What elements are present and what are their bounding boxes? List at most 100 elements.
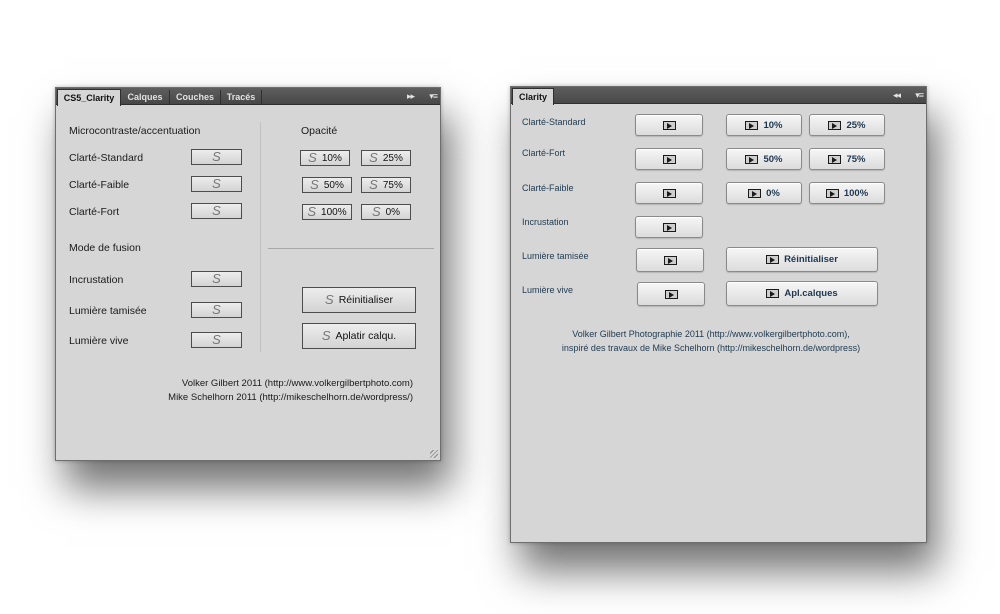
- opacity-100-label: 100%: [321, 206, 347, 218]
- script-icon: S: [371, 204, 381, 219]
- clarity-panel-cs5: CS5_Clarity Calques Couches Tracés ▸▸ ▾≡…: [55, 87, 441, 461]
- opacity-0-label: 0%: [385, 206, 401, 218]
- row-label-lumiere-vive: Lumière vive: [522, 285, 574, 295]
- play-icon: [766, 289, 780, 298]
- lumiere-tamisee-button[interactable]: S: [191, 302, 242, 318]
- play-icon: [766, 255, 780, 264]
- row-label-clarte-faible: Clarté-Faible: [69, 179, 130, 191]
- row-label-clarte-faible: Clarté-Faible: [522, 183, 574, 193]
- play-icon: [745, 120, 759, 130]
- script-icon: S: [212, 302, 221, 317]
- tab-traces[interactable]: Tracés: [221, 90, 262, 104]
- incrustation-button[interactable]: S: [191, 271, 242, 287]
- panel-tab-bar: Clarity ◂◂ ▾≡: [511, 87, 926, 105]
- play-icon: [825, 188, 839, 198]
- reset-button[interactable]: Réinitialiser: [726, 247, 878, 272]
- opacity-0-button[interactable]: 0%: [726, 182, 802, 204]
- opacity-10-button[interactable]: 10%: [726, 114, 802, 136]
- lumiere-vive-button[interactable]: [637, 282, 705, 306]
- script-icon: S: [369, 150, 378, 165]
- opacity-75-label: 75%: [846, 153, 866, 165]
- resize-grip-icon[interactable]: [430, 450, 438, 458]
- script-icon: S: [369, 177, 378, 192]
- opacity-25-label: 25%: [846, 119, 866, 131]
- clarity-panel: Clarity ◂◂ ▾≡ Clarté-Standard Clarté-For…: [510, 86, 927, 543]
- opacity-50-button[interactable]: 50%: [726, 148, 802, 170]
- opacity-10-button[interactable]: S 10%: [300, 150, 350, 166]
- row-label-clarte-fort: Clarté-Fort: [69, 206, 120, 218]
- tab-couches[interactable]: Couches: [170, 90, 221, 104]
- clarte-standard-button[interactable]: [635, 114, 703, 136]
- flatten-button[interactable]: Apl.calques: [726, 281, 878, 306]
- clarte-faible-button[interactable]: S: [191, 176, 242, 192]
- credit-line-2: Mike Schelhorn 2011 (http://mikeschelhor…: [168, 392, 413, 403]
- row-label-lumiere-tamisee: Lumière tamisée: [522, 251, 589, 261]
- opacity-100-button[interactable]: 100%: [809, 182, 885, 204]
- row-label-incrustation: Incrustation: [522, 217, 569, 227]
- opacity-100-label: 100%: [843, 187, 869, 199]
- play-icon: [748, 188, 762, 198]
- row-label-clarte-fort: Clarté-Fort: [522, 148, 566, 158]
- opacity-25-label: 25%: [382, 152, 403, 164]
- play-icon: [662, 222, 676, 232]
- row-label-lumiere-tamisee: Lumière tamisée: [69, 305, 147, 317]
- script-icon: S: [212, 176, 221, 191]
- reset-button[interactable]: S Réinitialiser: [302, 287, 416, 313]
- reset-label: Réinitialiser: [338, 294, 393, 306]
- script-icon: S: [310, 177, 319, 192]
- credit-line-1: Volker Gilbert Photographie 2011 (http:/…: [572, 329, 850, 339]
- opacity-100-button[interactable]: S 100%: [302, 204, 352, 220]
- collapse-icon[interactable]: ◂◂: [893, 87, 901, 103]
- panel-menu-icon[interactable]: ▾≡: [915, 87, 924, 103]
- panel-menu-icon[interactable]: ▾≡: [429, 88, 438, 104]
- opacity-0-button[interactable]: S 0%: [361, 204, 411, 220]
- opacity-25-button[interactable]: S 25%: [361, 150, 411, 166]
- play-icon: [663, 255, 677, 265]
- opacity-75-label: 75%: [382, 179, 403, 191]
- play-icon: [662, 154, 676, 164]
- clarte-fort-button[interactable]: [635, 148, 703, 170]
- collapse-icon[interactable]: ▸▸: [407, 88, 415, 104]
- script-icon: S: [212, 271, 221, 286]
- flatten-label: Apl.calques: [784, 288, 838, 299]
- script-icon: S: [307, 204, 317, 219]
- script-icon: S: [308, 150, 317, 165]
- row-label-incrustation: Incrustation: [69, 274, 124, 286]
- row-label-lumiere-vive: Lumière vive: [69, 335, 129, 347]
- opacity-10-label: 10%: [763, 119, 783, 131]
- script-icon: S: [212, 149, 221, 164]
- opacity-50-label: 50%: [763, 153, 783, 165]
- tab-cs5-clarity[interactable]: CS5_Clarity: [57, 89, 121, 106]
- opacity-50-button[interactable]: S 50%: [302, 177, 352, 193]
- play-icon: [745, 154, 759, 164]
- flatten-button[interactable]: S Aplatir calqu.: [302, 323, 416, 349]
- opacity-10-label: 10%: [321, 152, 342, 164]
- column-divider: [260, 122, 261, 352]
- script-icon: S: [321, 328, 331, 343]
- row-label-clarte-standard: Clarté-Standard: [69, 152, 144, 164]
- credit-line-1: Volker Gilbert 2011 (http://www.volkergi…: [181, 378, 413, 389]
- credit-line-2: inspiré des travaux de Mike Schelhorn (h…: [561, 343, 861, 353]
- lumiere-tamisee-button[interactable]: [636, 248, 704, 272]
- play-icon: [664, 289, 678, 299]
- play-icon: [662, 188, 676, 198]
- clarte-faible-button[interactable]: [635, 182, 703, 204]
- lumiere-vive-button[interactable]: S: [191, 332, 242, 348]
- clarte-standard-button[interactable]: S: [191, 149, 242, 165]
- panel-tab-bar: CS5_Clarity Calques Couches Tracés ▸▸ ▾≡: [56, 88, 440, 106]
- script-icon: S: [212, 203, 221, 218]
- script-icon: S: [212, 332, 221, 347]
- opacity-75-button[interactable]: S 75%: [361, 177, 411, 193]
- section-opacity-label: Opacité: [301, 125, 338, 137]
- section-fusion-label: Mode de fusion: [69, 242, 141, 254]
- clarte-fort-button[interactable]: S: [191, 203, 242, 219]
- opacity-75-button[interactable]: 75%: [809, 148, 885, 170]
- tab-calques[interactable]: Calques: [121, 90, 170, 104]
- tab-clarity[interactable]: Clarity: [512, 88, 554, 105]
- opacity-25-button[interactable]: 25%: [809, 114, 885, 136]
- play-icon: [828, 120, 842, 130]
- incrustation-button[interactable]: [635, 216, 703, 238]
- opacity-50-label: 50%: [323, 179, 344, 191]
- reset-label: Réinitialiser: [784, 254, 838, 265]
- flatten-label: Aplatir calqu.: [335, 330, 397, 342]
